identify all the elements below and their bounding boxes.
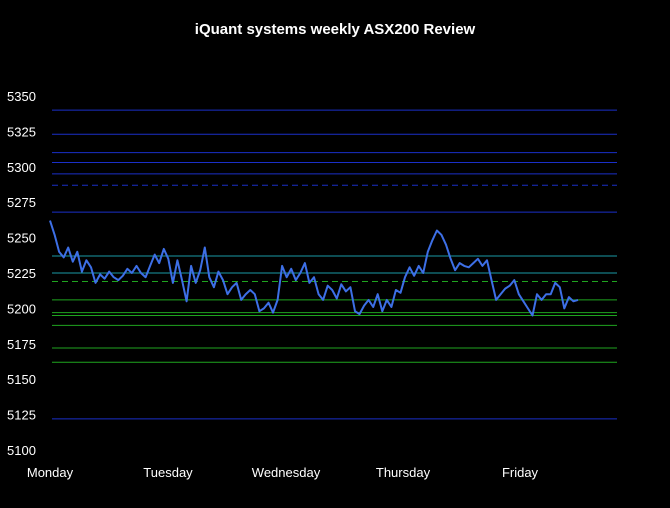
x-axis: Monday Tuesday Wednesday Thursday Friday xyxy=(27,465,539,480)
series-line-0 xyxy=(49,220,579,317)
x-tick-label: Tuesday xyxy=(143,465,193,480)
y-tick-label: 5100 xyxy=(7,443,36,458)
y-tick-label: 5300 xyxy=(7,160,36,175)
x-tick-label: Thursday xyxy=(376,465,431,480)
y-tick-label: 5175 xyxy=(7,337,36,352)
chart: iQuant systems weekly ASX200 Review 5100… xyxy=(0,0,670,503)
y-tick-label: 5325 xyxy=(7,124,36,139)
chart-title: iQuant systems weekly ASX200 Review xyxy=(195,21,476,38)
x-tick-label: Wednesday xyxy=(252,465,321,480)
y-tick-label: 5200 xyxy=(7,301,36,316)
x-tick-label: Monday xyxy=(27,465,74,480)
reference-lines xyxy=(52,109,617,420)
y-tick-label: 5275 xyxy=(7,195,36,210)
y-tick-label: 5250 xyxy=(7,231,36,246)
y-axis: 5100 5125 5150 5175 5200 5225 5250 5275 5300 5325… xyxy=(7,89,36,458)
x-tick-label: Friday xyxy=(502,465,539,480)
y-tick-label: 5350 xyxy=(7,89,36,104)
y-tick-label: 5125 xyxy=(7,408,36,423)
chart-svg: iQuant systems weekly ASX200 Review 5100… xyxy=(7,21,617,480)
y-tick-label: 5150 xyxy=(7,372,36,387)
series-layer xyxy=(49,220,579,317)
y-tick-label: 5225 xyxy=(7,266,36,281)
